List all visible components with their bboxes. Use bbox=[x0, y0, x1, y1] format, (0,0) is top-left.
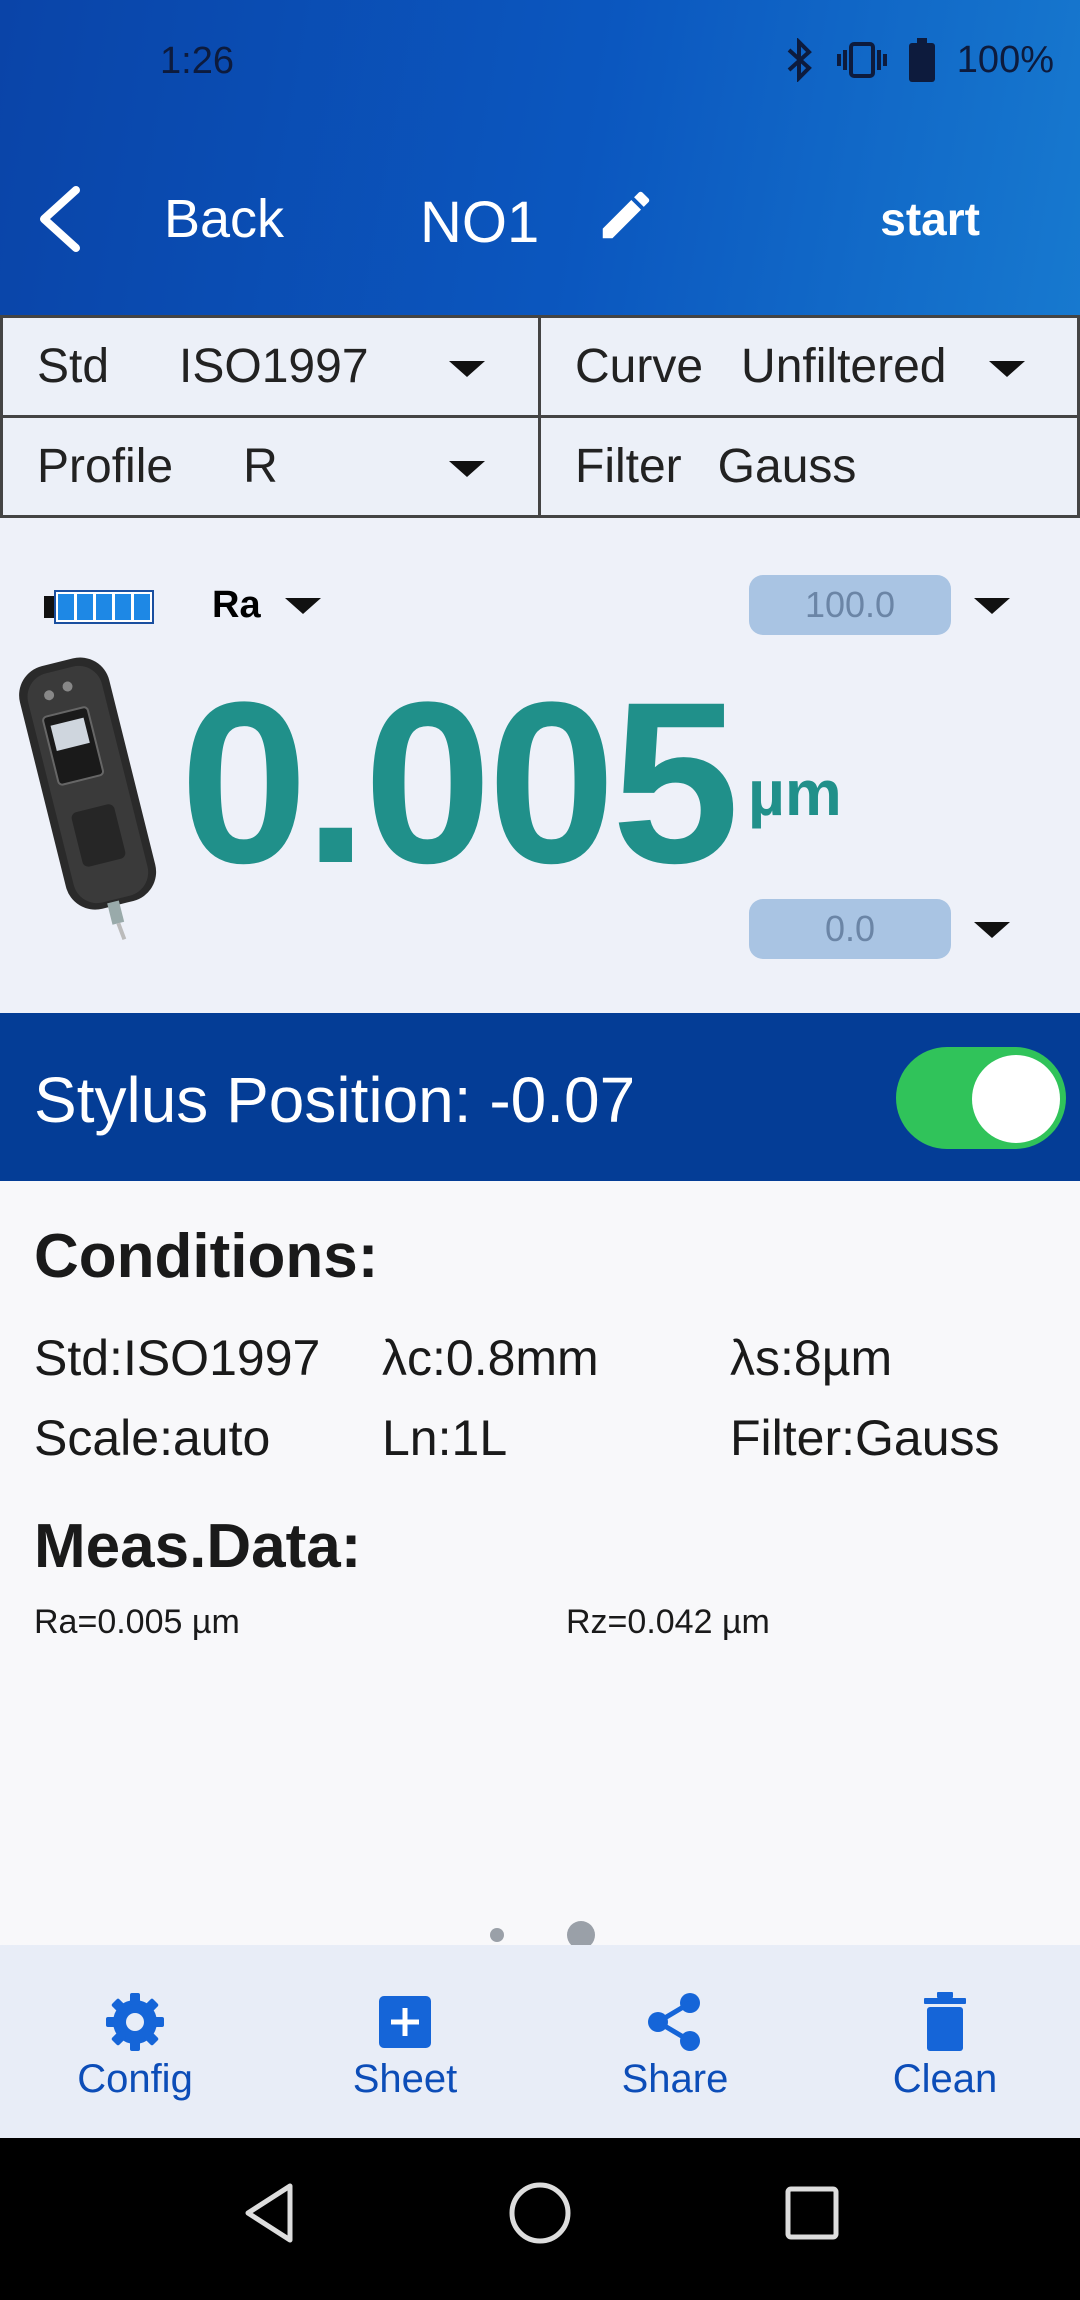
tab-sheet[interactable]: Sheet bbox=[270, 1945, 540, 2138]
tab-clean-label: Clean bbox=[892, 2057, 998, 2101]
battery-percent: 100% bbox=[956, 38, 1054, 81]
bottom-navigation: Config Sheet Share Clean bbox=[0, 1945, 1080, 2138]
record-title: NO1 bbox=[420, 184, 657, 260]
pencil-icon bbox=[603, 191, 650, 239]
condition-item: Scale:auto bbox=[34, 1410, 271, 1466]
chevron-down-icon bbox=[449, 361, 485, 377]
upper-limit-field[interactable]: 100.0 bbox=[749, 575, 951, 635]
condition-item: Std:ISO1997 bbox=[34, 1330, 321, 1386]
curve-label: Curve bbox=[575, 340, 704, 393]
battery-status-icon bbox=[908, 38, 935, 82]
chevron-down-icon bbox=[989, 361, 1025, 377]
filter-value: Gauss bbox=[717, 440, 857, 493]
tab-sheet-label: Sheet bbox=[352, 2057, 458, 2101]
system-navigation-bar bbox=[0, 2138, 1080, 2300]
toggle-knob bbox=[972, 1055, 1060, 1143]
device-battery-icon bbox=[44, 590, 154, 624]
lower-limit-field[interactable]: 0.0 bbox=[749, 899, 951, 959]
parameter-value: Ra bbox=[212, 584, 261, 626]
curve-value: Unfiltered bbox=[741, 340, 947, 393]
stylus-toggle[interactable] bbox=[896, 1047, 1066, 1149]
start-button[interactable]: start bbox=[880, 192, 980, 246]
lower-limit-dropdown-icon[interactable] bbox=[974, 922, 1010, 938]
settings-grid: Std ISO1997 Curve Unfiltered Profile R F… bbox=[0, 315, 1080, 518]
profile-value: R bbox=[243, 440, 278, 493]
reading-panel: Ra 100.0 0.005 µm 0.0 bbox=[0, 518, 1080, 1013]
back-button[interactable]: Back bbox=[36, 186, 284, 252]
curve-selector[interactable]: Curve Unfiltered bbox=[538, 315, 1080, 418]
page-dot[interactable] bbox=[490, 1928, 504, 1942]
condition-item: λc:0.8mm bbox=[382, 1330, 599, 1386]
tab-share[interactable]: Share bbox=[540, 1945, 810, 2138]
tab-share-label: Share bbox=[621, 2057, 729, 2101]
upper-limit-dropdown-icon[interactable] bbox=[974, 598, 1010, 614]
tab-config[interactable]: Config bbox=[0, 1945, 270, 2138]
conditions-heading: Conditions: bbox=[34, 1222, 379, 1291]
system-recents-icon[interactable] bbox=[784, 2178, 840, 2248]
system-home-icon[interactable] bbox=[508, 2178, 572, 2248]
filter-selector[interactable]: Filter Gauss bbox=[538, 415, 1080, 518]
meas-item: Rz=0.042 µm bbox=[566, 1603, 770, 1641]
profile-selector[interactable]: Profile R bbox=[0, 415, 541, 518]
back-label: Back bbox=[164, 189, 285, 249]
trash-icon bbox=[924, 1992, 966, 2051]
parameter-selector[interactable]: Ra bbox=[212, 584, 321, 627]
app-header: 1:26 100% Back NO1 start bbox=[0, 0, 1080, 315]
meas-data-heading: Meas.Data: bbox=[34, 1512, 362, 1581]
stylus-position-bar: Stylus Position: -0.07 bbox=[0, 1013, 1080, 1181]
share-icon bbox=[648, 1993, 700, 2051]
edit-name-button[interactable] bbox=[595, 184, 657, 260]
gear-icon bbox=[106, 1993, 164, 2051]
std-selector[interactable]: Std ISO1997 bbox=[0, 315, 541, 418]
profile-label: Profile bbox=[37, 440, 174, 493]
stylus-position-text: Stylus Position: -0.07 bbox=[34, 1064, 636, 1136]
record-name: NO1 bbox=[420, 189, 540, 255]
chevron-down-icon bbox=[449, 461, 485, 477]
vibrate-icon bbox=[836, 42, 887, 78]
std-label: Std bbox=[37, 340, 110, 393]
results-section: Conditions: Std:ISO1997 λc:0.8mm λs:8µm … bbox=[0, 1181, 1080, 1945]
tab-config-label: Config bbox=[77, 2057, 193, 2101]
condition-item: Filter:Gauss bbox=[730, 1410, 1000, 1466]
status-icons: 100% bbox=[785, 38, 1054, 82]
meas-item: Ra=0.005 µm bbox=[34, 1603, 240, 1641]
back-arrow-icon bbox=[40, 186, 80, 252]
roughness-tester-device-icon bbox=[19, 657, 157, 940]
std-value: ISO1997 bbox=[179, 340, 369, 393]
status-time: 1:26 bbox=[160, 40, 234, 82]
bluetooth-icon bbox=[787, 38, 812, 82]
condition-item: λs:8µm bbox=[730, 1330, 893, 1386]
chevron-down-icon bbox=[284, 597, 321, 614]
system-back-icon[interactable] bbox=[240, 2178, 300, 2248]
tab-clean[interactable]: Clean bbox=[810, 1945, 1080, 2138]
filter-label: Filter bbox=[575, 440, 682, 493]
measurement-unit: µm bbox=[748, 757, 842, 829]
measurement-value: 0.005 bbox=[180, 654, 740, 911]
condition-item: Ln:1L bbox=[382, 1410, 508, 1466]
add-box-icon bbox=[379, 1996, 431, 2048]
